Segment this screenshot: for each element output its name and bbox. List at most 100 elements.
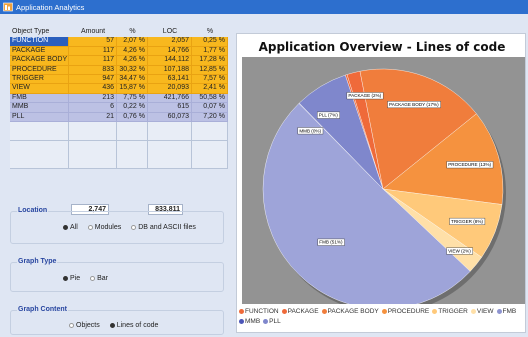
table-cell[interactable] — [148, 159, 192, 170]
legend-swatch — [432, 309, 438, 314]
radio-icon[interactable] — [63, 225, 68, 230]
radio-icon[interactable] — [90, 276, 96, 281]
table-cell[interactable]: 833 — [69, 65, 117, 75]
graph-type-group: Graph Type Pie Bar — [10, 258, 224, 292]
table-cell[interactable] — [192, 159, 228, 170]
table-cell[interactable]: 0,25 % — [192, 37, 228, 47]
legend-item: VIEW — [470, 307, 494, 316]
table-cell[interactable]: 50,58 % — [192, 93, 228, 104]
table-row[interactable]: FUNCTION 57 2,07 % 2,057 0,25 % — [10, 37, 228, 47]
radio-icon[interactable] — [69, 323, 74, 328]
empty-table-row[interactable] — [10, 159, 228, 170]
table-cell[interactable]: 20,093 — [148, 84, 192, 94]
table-cell[interactable]: 107,188 — [148, 65, 192, 75]
table-cell[interactable]: TRIGGER — [10, 74, 69, 85]
legend-item: FMB — [496, 307, 516, 316]
table-cell[interactable]: 7,20 % — [192, 112, 228, 122]
table-cell[interactable]: 0,76 % — [117, 112, 148, 122]
table-cell[interactable]: 21 — [69, 112, 117, 122]
graph-type-option-pie[interactable]: Pie — [63, 275, 80, 282]
table-cell[interactable]: 12,85 % — [192, 65, 228, 75]
table-cell[interactable]: 117 — [69, 56, 117, 66]
radio-label: All — [70, 224, 78, 231]
table-cell[interactable]: 1,77 % — [192, 46, 228, 57]
table-cell[interactable] — [10, 159, 69, 170]
radio-icon[interactable] — [63, 276, 68, 281]
table-cell[interactable]: 421,766 — [148, 93, 192, 104]
table-cell[interactable]: 34,47 % — [117, 74, 148, 85]
table-cell[interactable] — [69, 159, 117, 170]
column-header[interactable]: LOC — [148, 28, 192, 37]
location-option-all[interactable]: All — [63, 224, 78, 231]
table-cell[interactable]: 0,22 % — [117, 103, 148, 113]
table-row[interactable]: PROCEDURE 833 30,32 % 107,188 12,85 % — [10, 65, 228, 75]
column-header[interactable]: % — [192, 28, 228, 37]
empty-table-row[interactable] — [10, 121, 228, 132]
table-cell[interactable]: 7,75 % — [117, 93, 148, 104]
table-cell[interactable]: 213 — [69, 93, 117, 104]
table-cell[interactable]: 947 — [69, 74, 117, 85]
graph-type-option-bar[interactable]: Bar — [90, 275, 108, 282]
table-cell[interactable]: 60,073 — [148, 112, 192, 122]
table-cell[interactable]: 14,766 — [148, 46, 192, 57]
table-cell[interactable]: 2,057 — [148, 37, 192, 47]
table-cell[interactable]: 4,26 % — [117, 46, 148, 57]
legend-swatch — [263, 319, 269, 324]
table-cell[interactable]: 63,141 — [148, 74, 192, 85]
table-cell[interactable]: PROCEDURE — [10, 65, 69, 75]
table-cell[interactable]: PLL — [10, 112, 69, 122]
pie-label: MMB (0%) — [297, 127, 324, 135]
location-option-db-and-ascii-files[interactable]: DB and ASCII files — [131, 224, 196, 231]
table-row[interactable]: FMB 213 7,75 % 421,766 50,58 % — [10, 93, 228, 104]
table-row[interactable]: VIEW 436 15,87 % 20,093 2,41 % — [10, 84, 228, 94]
radio-icon[interactable] — [131, 225, 137, 230]
empty-table-row[interactable] — [10, 140, 228, 151]
radio-icon[interactable] — [109, 323, 115, 328]
radio-icon[interactable] — [87, 225, 93, 230]
table-row[interactable]: PACKAGE 117 4,26 % 14,766 1,77 % — [10, 46, 228, 57]
location-option-modules[interactable]: Modules — [87, 224, 121, 231]
table-cell[interactable]: FMB — [10, 93, 69, 104]
table-cell[interactable]: MMB — [10, 103, 69, 113]
table-cell[interactable]: PACKAGE BODY — [10, 56, 69, 66]
radio-label: Lines of code — [116, 322, 159, 329]
location-group: Location All Modules DB and ASCII files — [10, 207, 224, 244]
graph-content-option-objects[interactable]: Objects — [69, 322, 100, 329]
table-cell[interactable]: 6 — [69, 103, 117, 113]
legend-swatch — [281, 309, 287, 314]
table-cell[interactable]: 117 — [69, 46, 117, 57]
table-cell[interactable]: 615 — [148, 103, 192, 113]
svg-text:PLL (7%): PLL (7%) — [319, 113, 338, 118]
table-cell[interactable]: 144,112 — [148, 56, 192, 66]
table-cell[interactable]: 0,07 % — [192, 103, 228, 113]
column-header[interactable]: Amount — [69, 28, 117, 37]
chart-legend: FUNCTION PACKAGE PACKAGE BODY PROCEDURE TRIG… — [239, 307, 523, 333]
table-cell[interactable]: 15,87 % — [117, 84, 148, 94]
column-header[interactable]: % — [117, 28, 148, 37]
table-cell[interactable]: FUNCTION — [10, 37, 69, 47]
svg-text:TRIGGER (8%): TRIGGER (8%) — [451, 219, 483, 224]
table-cell[interactable]: VIEW — [10, 84, 69, 94]
table-cell[interactable]: PACKAGE — [10, 46, 69, 57]
legend-label: TRIGGER — [438, 308, 468, 315]
table-row[interactable]: PACKAGE BODY 117 4,26 % 144,112 17,28 % — [10, 56, 228, 66]
table-cell[interactable]: 57 — [69, 37, 117, 47]
legend-item: MMB — [239, 317, 260, 326]
table-cell[interactable]: 2,41 % — [192, 84, 228, 94]
table-cell[interactable]: 7,57 % — [192, 74, 228, 85]
table-row[interactable]: PLL 21 0,76 % 60,073 7,20 % — [10, 112, 228, 122]
table-cell[interactable]: 2,07 % — [117, 37, 148, 47]
graph-content-option-lines-of-code[interactable]: Lines of code — [109, 322, 159, 329]
table-cell[interactable]: 436 — [69, 84, 117, 94]
table-cell[interactable] — [117, 159, 148, 170]
table-cell[interactable]: 30,32 % — [117, 65, 148, 75]
table-row[interactable]: MMB 6 0,22 % 615 0,07 % — [10, 103, 228, 113]
table-cell[interactable]: 4,26 % — [117, 56, 148, 66]
legend-swatch — [496, 309, 502, 314]
empty-table-row[interactable] — [10, 150, 228, 161]
legend-item: PROCEDURE — [381, 307, 429, 316]
table-cell[interactable]: 17,28 % — [192, 56, 228, 66]
table-row[interactable]: TRIGGER 947 34,47 % 63,141 7,57 % — [10, 74, 228, 85]
empty-table-row[interactable] — [10, 131, 228, 142]
column-header[interactable]: Object Type — [10, 28, 69, 37]
